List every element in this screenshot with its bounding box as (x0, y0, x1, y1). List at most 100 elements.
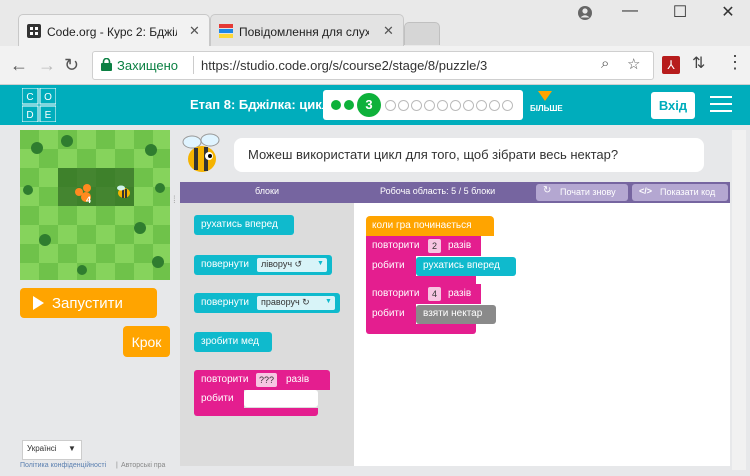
nectar-count: 4 (86, 195, 92, 205)
language-select[interactable]: Українсі ▼ (22, 440, 82, 460)
show-code-button[interactable]: </> Показати код (632, 184, 728, 201)
repeat-footer (194, 408, 318, 416)
repeat-header: повторити 4 разів (366, 284, 481, 304)
block-label: робити (372, 260, 405, 271)
instructions-bubble: Можеш використати цикл для того, щоб зіб… (234, 138, 704, 172)
site-header: C O D E Етап 8: Бджілка: цикли 3 БІЛЬШЕ … (0, 85, 750, 125)
block-repeat-2[interactable]: повторити 4 разів робити взяти нектар (366, 284, 526, 334)
extension-arrows-icon[interactable]: ⇅ (692, 53, 705, 73)
direction-dropdown[interactable]: праворуч ↻ ▼ (257, 296, 335, 310)
chevron-down-icon: ▼ (325, 298, 332, 305)
svg-text:E: E (45, 110, 52, 121)
menu-dots-icon[interactable]: ⋮ (726, 52, 744, 73)
direction-dropdown[interactable]: ліворуч ↺ ▼ (257, 258, 327, 272)
hamburger-menu-icon[interactable] (710, 96, 732, 114)
progress-dot-completed[interactable] (344, 100, 354, 110)
repeat-count-input[interactable]: ??? (256, 373, 278, 387)
main-area: 4 Запустити Крок Українсі ▼ Політика кон… (0, 125, 750, 476)
step-button[interactable]: Крок (123, 326, 170, 357)
block-make-honey[interactable]: зробити мед (194, 332, 272, 352)
repeat-header: повторити ??? разів (194, 370, 330, 390)
step-label: Крок (131, 334, 162, 350)
block-get-nectar[interactable]: взяти нектар (416, 305, 496, 324)
block-label: робити (372, 308, 405, 319)
repeat-count-input[interactable]: 2 (428, 239, 442, 253)
run-button[interactable]: Запустити (20, 288, 157, 318)
progress-dot[interactable] (398, 100, 409, 111)
block-label: зробити мед (201, 336, 260, 347)
block-move-forward[interactable]: рухатись вперед (416, 257, 516, 276)
more-label[interactable]: БІЛЬШЕ (530, 104, 563, 113)
progress-dot[interactable] (450, 100, 461, 111)
vertical-scrollbar[interactable] (732, 130, 746, 470)
tab-messages[interactable]: Повідомлення для слухач ✕ (210, 14, 404, 47)
workspace: коли гра починається повторити 2 разів р… (354, 203, 730, 466)
block-move-forward[interactable]: рухатись вперед (194, 215, 294, 235)
profile-icon[interactable] (578, 6, 592, 20)
repeat-slot (244, 390, 318, 407)
repeat-body: робити (194, 390, 244, 408)
copyright-link[interactable]: Авторські пра (121, 462, 165, 469)
block-turn-left[interactable]: повернути ліворуч ↺ ▼ (194, 255, 332, 275)
repeat-footer (366, 276, 476, 284)
block-label: повернути (201, 297, 249, 308)
svg-text:O: O (44, 92, 52, 103)
progress-dot[interactable] (489, 100, 500, 111)
pdf-extension-icon[interactable]: ⅄ (662, 56, 680, 74)
restart-button[interactable]: ↻ Почати знову (536, 184, 628, 201)
code-org-logo[interactable]: C O D E (21, 87, 57, 123)
privacy-link[interactable]: Політика конфіденційності (20, 462, 106, 469)
browser-titlebar: Code.org - Курс 2: Бджіл ✕ Повідомлення … (0, 0, 750, 47)
more-arrow-icon[interactable] (538, 91, 552, 101)
repeat-count-input[interactable]: 4 (428, 287, 442, 301)
dropdown-value: ліворуч ↺ (261, 259, 303, 269)
instructions-text: Можеш використати цикл для того, щоб зіб… (248, 147, 619, 162)
toolbox-header: блоки (254, 186, 280, 196)
maximize-icon[interactable]: ☐ (660, 2, 700, 22)
stage-title[interactable]: Етап 8: Бджілка: цикли (190, 97, 338, 112)
block-label: коли гра починається (372, 220, 472, 231)
url-text[interactable]: https://studio.code.org/s/course2/stage/… (201, 58, 487, 73)
close-tab-icon[interactable]: ✕ (383, 23, 394, 39)
progress-dot[interactable] (411, 100, 422, 111)
game-board (20, 130, 170, 280)
block-label: рухатись вперед (423, 260, 500, 271)
messages-favicon (219, 24, 233, 38)
progress-dot[interactable] (385, 100, 396, 111)
close-tab-icon[interactable]: ✕ (189, 23, 200, 39)
progress-dot[interactable] (463, 100, 474, 111)
block-repeat[interactable]: повторити ??? разів робити (194, 370, 330, 416)
address-bar[interactable]: Захищено https://studio.code.org/s/cours… (92, 51, 654, 80)
progress-dot[interactable] (476, 100, 487, 111)
sign-in-label: Вхід (658, 98, 688, 113)
block-label: рухатись вперед (201, 219, 278, 230)
tab-code-org[interactable]: Code.org - Курс 2: Бджіл ✕ (18, 14, 210, 47)
run-label: Запустити (52, 295, 123, 312)
progress-dot[interactable] (424, 100, 435, 111)
zoom-icon[interactable]: ⌕ (601, 55, 609, 72)
block-label: повернути (201, 259, 249, 270)
lock-icon (101, 57, 112, 71)
back-icon[interactable]: ← (10, 55, 28, 76)
progress-dot[interactable] (437, 100, 448, 111)
dropdown-value: праворуч ↻ (261, 297, 310, 307)
browser-navbar: ← → ↻ Захищено https://studio.code.org/s… (0, 46, 750, 85)
resize-handle-icon[interactable]: ⁞ (173, 195, 176, 206)
block-turn-right[interactable]: повернути праворуч ↻ ▼ (194, 293, 340, 313)
progress-dot-current[interactable]: 3 (357, 93, 381, 117)
progress-dot-completed[interactable] (331, 100, 341, 110)
reload-icon[interactable]: ↻ (64, 55, 79, 76)
close-window-icon[interactable]: ✕ (708, 2, 748, 22)
instructions-panel: Можеш використати цикл для того, щоб зіб… (180, 130, 730, 176)
bookmark-star-icon[interactable]: ☆ (627, 55, 640, 73)
new-tab-button[interactable] (404, 22, 440, 45)
code-org-favicon (27, 24, 41, 38)
block-repeat-1[interactable]: повторити 2 разів робити рухатись вперед (366, 236, 526, 284)
block-when-run[interactable]: коли гра починається (366, 216, 494, 236)
svg-text:C: C (26, 92, 33, 103)
forward-icon[interactable]: → (38, 55, 56, 76)
block-label: повторити (372, 288, 420, 299)
sign-in-button[interactable]: Вхід (651, 92, 695, 119)
minimize-icon[interactable]: — (610, 2, 650, 20)
progress-dot[interactable] (502, 100, 513, 111)
